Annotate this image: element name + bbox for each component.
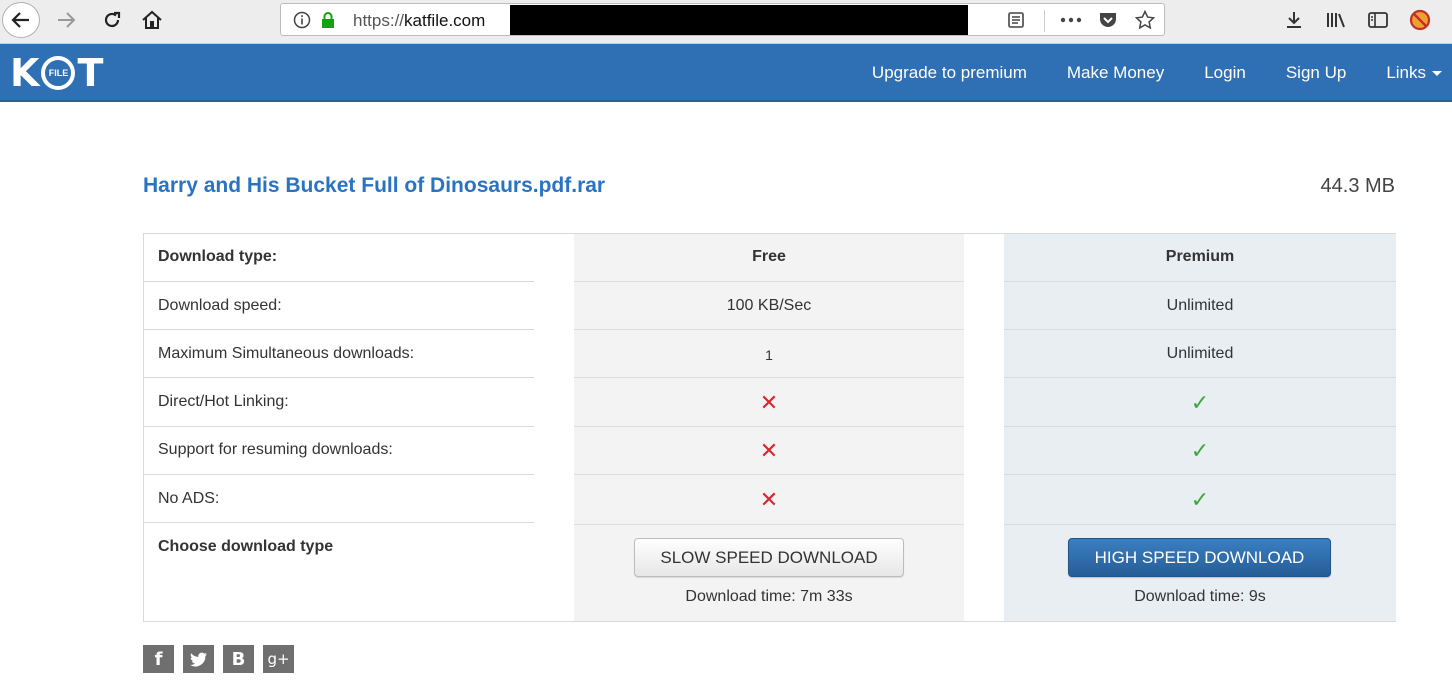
twitter-share-button[interactable] [183, 645, 214, 673]
table-row: Download speed: 100 KB/Sec Unlimited [144, 297, 1395, 317]
nav-make-money[interactable]: Make Money [1067, 63, 1164, 83]
row-label: Maximum Simultaneous downloads: [158, 345, 415, 362]
row-divider [574, 426, 964, 427]
download-comparison-table: Download type: Free Premium Download spe… [143, 233, 1396, 622]
reload-icon [104, 11, 121, 28]
check-icon: ✓ [1190, 391, 1210, 416]
choose-download-type-label: Choose download type [158, 538, 334, 555]
home-icon [142, 10, 162, 29]
pocket-icon[interactable] [1097, 10, 1119, 30]
home-button[interactable] [134, 4, 170, 36]
logo-ring: FILE [41, 56, 76, 90]
table-header-row: Download type: Free Premium [144, 248, 1395, 268]
file-size: 44.3 MB [1320, 175, 1395, 197]
info-icon[interactable] [291, 10, 313, 30]
url-text: https://katfile.com [353, 11, 486, 30]
url-separator [1044, 10, 1045, 32]
row-divider [1004, 329, 1396, 330]
blogger-share-button[interactable]: B [223, 645, 254, 673]
free-value: 100 KB/Sec [726, 297, 812, 314]
row-divider [1004, 474, 1396, 475]
row-label: Support for resuming downloads: [158, 441, 393, 458]
row-divider [144, 522, 534, 523]
twitter-icon [189, 652, 207, 666]
row-divider [144, 329, 534, 330]
logo-letter-t: T [77, 51, 103, 95]
row-label: Download speed: [158, 297, 282, 314]
googleplus-icon: g+ [267, 650, 290, 668]
row-divider [574, 281, 964, 282]
bookmark-star-icon[interactable] [1134, 10, 1156, 30]
browser-toolbar: https://katfile.com [0, 0, 1452, 44]
premium-value: Unlimited [1166, 345, 1234, 362]
sidebar-icon[interactable] [1364, 7, 1392, 33]
row-divider [144, 377, 534, 378]
back-button[interactable] [2, 2, 40, 38]
library-icon[interactable] [1322, 7, 1350, 33]
row-divider [574, 329, 964, 330]
nav-sign-up[interactable]: Sign Up [1286, 63, 1346, 83]
nav-login[interactable]: Login [1204, 63, 1246, 83]
cross-icon: ✕ [759, 488, 779, 513]
more-icon[interactable] [1060, 10, 1082, 30]
file-name: Harry and His Bucket Full of Dinosaurs.p… [143, 174, 606, 197]
download-icon[interactable] [1280, 7, 1308, 33]
row-divider [1004, 281, 1396, 282]
high-speed-download-button[interactable]: HIGH SPEED DOWNLOAD [1068, 538, 1331, 577]
row-divider [574, 377, 964, 378]
site-navbar: K FILE T Upgrade to premium Make Money L… [0, 44, 1452, 102]
blogger-icon: B [231, 648, 246, 670]
premium-value: Unlimited [1166, 297, 1234, 314]
lock-icon[interactable] [317, 10, 339, 30]
row-label: No ADS: [158, 490, 220, 507]
cross-icon: ✕ [759, 439, 779, 464]
adblock-icon[interactable] [1406, 7, 1434, 33]
header-premium: Premium [1165, 248, 1235, 265]
forward-button[interactable] [48, 4, 84, 36]
nav-links-dropdown[interactable]: Links [1386, 63, 1442, 83]
forward-arrow-icon [58, 12, 76, 28]
free-value: 1 [765, 347, 773, 363]
share-buttons: f B g+ [143, 645, 303, 673]
table-row: Maximum Simultaneous downloads: 1 Unlimi… [144, 345, 1395, 365]
facebook-share-button[interactable]: f [143, 645, 174, 673]
reader-view-icon[interactable] [1005, 10, 1027, 30]
row-divider [144, 474, 534, 475]
row-label: Direct/Hot Linking: [158, 393, 289, 410]
free-download-time: Download time: 7m 33s [685, 588, 853, 605]
nav-upgrade-premium[interactable]: Upgrade to premium [872, 63, 1027, 83]
table-row: Support for resuming downloads: ✕ ✓ [144, 439, 1395, 465]
header-free: Free [752, 248, 786, 265]
katfile-logo[interactable]: K FILE T [10, 51, 103, 95]
row-divider [144, 281, 534, 282]
row-divider [574, 474, 964, 475]
slow-speed-download-button[interactable]: SLOW SPEED DOWNLOAD [634, 538, 904, 577]
row-divider [574, 524, 964, 525]
table-row: No ADS: ✕ ✓ [144, 488, 1395, 514]
facebook-icon: f [154, 648, 163, 670]
row-divider [144, 426, 534, 427]
logo-letter-k: K [10, 51, 39, 95]
check-icon: ✓ [1190, 439, 1210, 464]
caret-down-icon [1432, 71, 1442, 77]
reload-button[interactable] [94, 4, 130, 36]
row-divider [1004, 524, 1396, 525]
header-download-type: Download type: [158, 248, 278, 265]
check-icon: ✓ [1190, 488, 1210, 513]
cross-icon: ✕ [759, 391, 779, 416]
nav-links-label: Links [1386, 63, 1426, 82]
back-arrow-icon [11, 12, 29, 28]
premium-download-time: Download time: 9s [1134, 588, 1266, 605]
nav-links: Upgrade to premium Make Money Login Sign… [872, 44, 1452, 102]
row-divider [1004, 426, 1396, 427]
logo-ring-text: FILE [48, 68, 69, 78]
url-redacted-region [510, 5, 968, 35]
row-divider [1004, 377, 1396, 378]
table-row: Direct/Hot Linking: ✕ ✓ [144, 391, 1395, 417]
googleplus-share-button[interactable]: g+ [263, 645, 294, 673]
url-bar[interactable]: https://katfile.com [280, 3, 1165, 36]
